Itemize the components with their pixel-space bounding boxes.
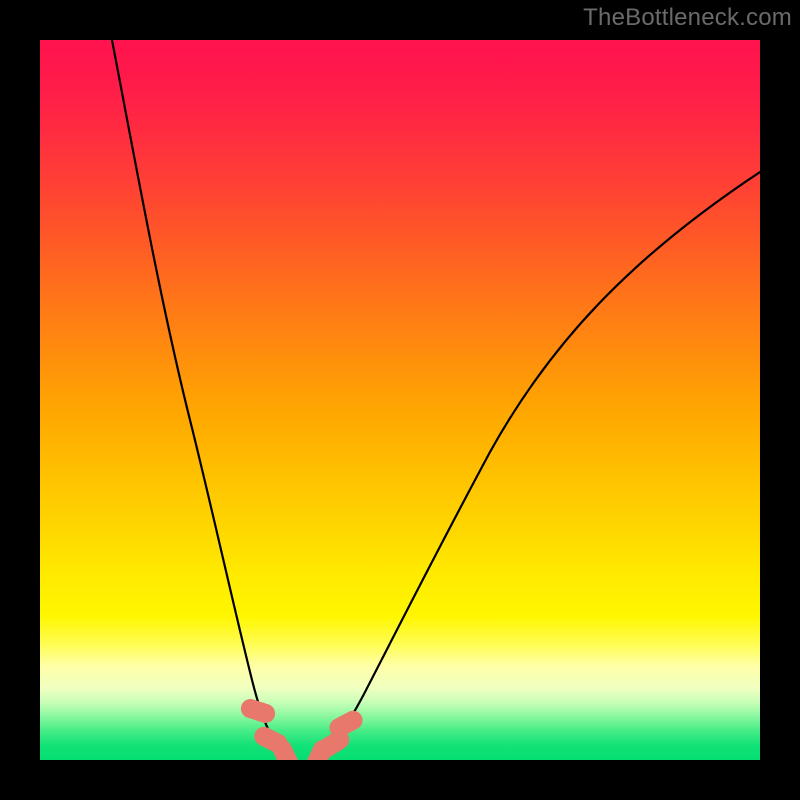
bottleneck-curve <box>40 40 760 760</box>
curve-left <box>112 40 288 758</box>
outer-frame: TheBottleneck.com <box>0 0 800 800</box>
watermark-label: TheBottleneck.com <box>583 0 792 36</box>
curve-marker <box>239 697 277 725</box>
marker-group <box>239 697 365 760</box>
plot-area <box>40 40 760 760</box>
curve-right <box>318 172 760 758</box>
